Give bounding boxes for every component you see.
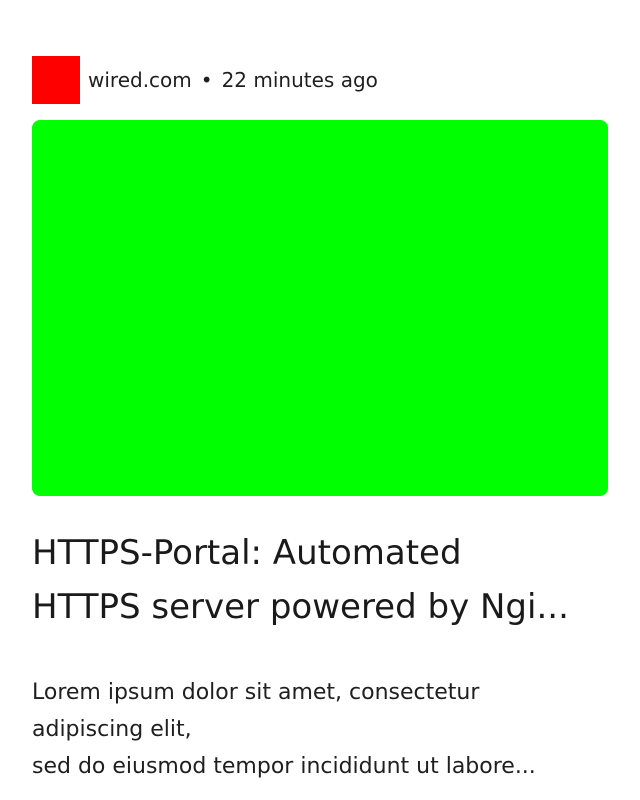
headline-line: HTTPS server powered by Ngi... xyxy=(32,587,569,627)
summary-line: Lorem ipsum dolor sit amet, consectetur xyxy=(32,680,480,705)
news-card[interactable]: wired.com • 22 minutes ago HTTPS-Portal:… xyxy=(32,56,608,785)
source-row: wired.com • 22 minutes ago xyxy=(32,56,608,104)
source-name[interactable]: wired.com xyxy=(88,68,192,92)
hero-image[interactable] xyxy=(32,120,608,496)
separator-dot: • xyxy=(200,68,213,92)
source-meta: wired.com • 22 minutes ago xyxy=(88,68,378,92)
article-headline[interactable]: HTTPS-Portal: Automated HTTPS server pow… xyxy=(32,526,608,634)
summary-line: sed do eiusmod tempor incididunt ut labo… xyxy=(32,754,536,779)
summary-line: adipiscing elit, xyxy=(32,717,192,742)
published-time: 22 minutes ago xyxy=(221,68,378,92)
headline-line: HTTPS-Portal: Automated xyxy=(32,533,462,573)
article-summary: Lorem ipsum dolor sit amet, consectetur … xyxy=(32,674,608,785)
source-favicon-icon xyxy=(32,56,80,104)
